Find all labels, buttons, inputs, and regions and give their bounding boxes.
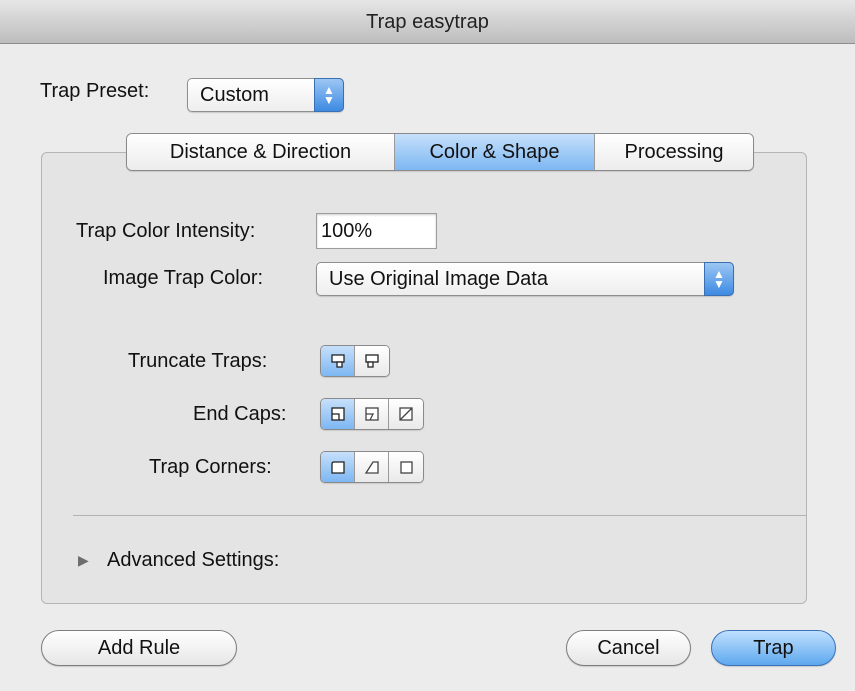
trap-preset-popup[interactable]: Custom ▲ ▼ (187, 78, 344, 112)
disclosure-triangle-icon[interactable]: ▶ (78, 552, 89, 569)
image-trap-color-popup[interactable]: Use Original Image Data ▲ ▼ (316, 262, 734, 296)
corner-bevel-icon (400, 461, 413, 474)
tab-distance-direction[interactable]: Distance & Direction (127, 134, 395, 170)
image-trap-color-label: Image Trap Color: (103, 267, 264, 289)
window-title-bar: Trap easytrap (0, 0, 855, 44)
popup-stepper-icon: ▲ ▼ (704, 262, 734, 296)
end-caps-label: End Caps: (193, 403, 287, 425)
endcap-miter-button[interactable] (321, 399, 355, 429)
tab-bar: Distance & Direction Color & Shape Proce… (126, 133, 754, 171)
endcap-miter-icon (330, 407, 345, 421)
endcap-overlap-icon (364, 407, 379, 421)
truncate-edge-button[interactable] (355, 346, 389, 376)
endcap-diagonal-button[interactable] (389, 399, 423, 429)
truncate-edge-icon (365, 354, 379, 368)
cancel-button[interactable]: Cancel (566, 630, 691, 666)
endcap-overlap-button[interactable] (355, 399, 389, 429)
corner-miter-icon (330, 461, 345, 474)
popup-stepper-icon: ▲ ▼ (314, 78, 344, 112)
trap-color-intensity-field[interactable]: 100% (316, 213, 437, 249)
endcap-diagonal-icon (399, 407, 413, 421)
tab-color-shape[interactable]: Color & Shape (395, 134, 595, 170)
section-divider (73, 515, 807, 516)
trap-preset-label: Trap Preset: (40, 80, 150, 102)
corner-miter-button[interactable] (321, 452, 355, 482)
corner-bevel-button[interactable] (389, 452, 423, 482)
trap-button[interactable]: Trap (711, 630, 836, 666)
corner-round-button[interactable] (355, 452, 389, 482)
trap-preset-value: Custom (200, 84, 269, 106)
truncate-neutral-button[interactable] (321, 346, 355, 376)
image-trap-color-value: Use Original Image Data (329, 268, 548, 290)
advanced-settings-label[interactable]: Advanced Settings: (107, 549, 279, 572)
trap-corners-segmented-control (320, 451, 424, 483)
tab-processing[interactable]: Processing (595, 134, 753, 170)
trap-corners-label: Trap Corners: (149, 456, 272, 478)
truncate-neutral-icon (330, 354, 345, 368)
corner-round-icon (364, 461, 379, 474)
window-title: Trap easytrap (366, 11, 489, 33)
add-rule-button[interactable]: Add Rule (41, 630, 237, 666)
truncate-traps-label: Truncate Traps: (128, 350, 268, 372)
trap-color-intensity-label: Trap Color Intensity: (76, 220, 256, 242)
truncate-traps-segmented-control (320, 345, 390, 377)
end-caps-segmented-control (320, 398, 424, 430)
